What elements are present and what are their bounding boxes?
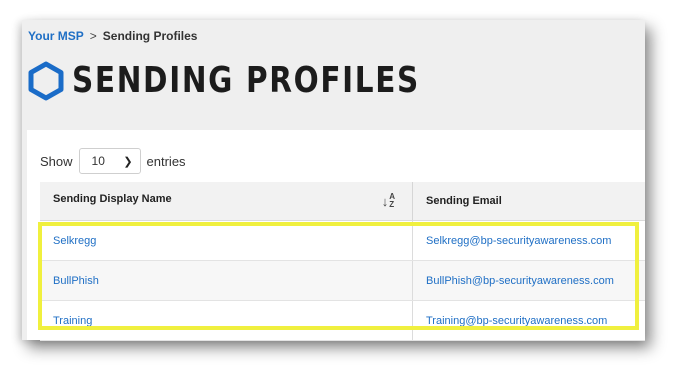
profile-name-link[interactable]: BullPhish [40, 260, 413, 301]
hexagon-outline-icon [28, 61, 64, 100]
breadcrumb-separator: > [89, 29, 97, 43]
breadcrumb: Your MSP > Sending Profiles [28, 29, 197, 43]
profile-email-link[interactable]: Training@bp-securityawareness.com [412, 300, 645, 341]
page-header: SENDING PROFILES [28, 60, 496, 101]
profile-name-link[interactable]: Training [40, 300, 413, 341]
column-header-display-name[interactable]: Sending Display Name ↓ A Z [40, 182, 413, 221]
page-length-control: Show 10 ❯ entries [40, 148, 186, 174]
chevron-down-icon: ❯ [123, 155, 133, 168]
length-prefix-label: Show [40, 153, 73, 169]
sort-alpha-down-icon[interactable]: ↓ A Z [382, 193, 395, 209]
breadcrumb-root-link[interactable]: Your MSP [28, 29, 84, 43]
entries-select-value: 10 [91, 154, 105, 168]
table-row: BullPhish BullPhish@bp-securityawareness… [40, 260, 645, 301]
breadcrumb-current: Sending Profiles [102, 29, 198, 43]
length-suffix-label: entries [146, 153, 186, 169]
profile-email-link[interactable]: BullPhish@bp-securityawareness.com [412, 260, 645, 301]
table-row: Training Training@bp-securityawareness.c… [40, 300, 645, 341]
table-header-row: Sending Display Name ↓ A Z Sending Email [40, 182, 645, 221]
content-panel: Show 10 ❯ entries Sending Display Name ↓… [27, 130, 645, 341]
entries-per-page-select[interactable]: 10 ❯ [78, 148, 141, 174]
column-header-sending-email[interactable]: Sending Email [412, 182, 645, 221]
sending-profiles-table: Sending Display Name ↓ A Z Sending Email S… [40, 182, 645, 341]
profile-name-link[interactable]: Selkregg [40, 220, 413, 261]
profile-email-link[interactable]: Selkregg@bp-securityawareness.com [412, 220, 645, 261]
page-title: SENDING PROFILES [72, 60, 420, 101]
table-row: Selkregg Selkregg@bp-securityawareness.c… [40, 220, 645, 261]
